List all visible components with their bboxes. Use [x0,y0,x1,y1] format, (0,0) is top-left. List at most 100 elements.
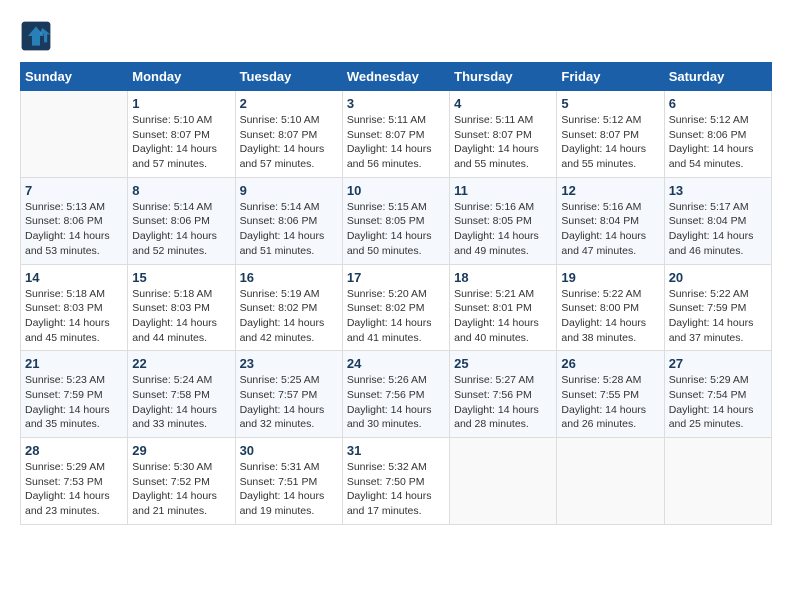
calendar-cell: 24 Sunrise: 5:26 AM Sunset: 7:56 PM Dayli… [342,351,449,438]
header-cell-sunday: Sunday [21,63,128,91]
calendar-cell: 28 Sunrise: 5:29 AM Sunset: 7:53 PM Dayli… [21,438,128,525]
header-cell-tuesday: Tuesday [235,63,342,91]
calendar-cell: 21 Sunrise: 5:23 AM Sunset: 7:59 PM Dayli… [21,351,128,438]
calendar-week-5: 28 Sunrise: 5:29 AM Sunset: 7:53 PM Dayli… [21,438,772,525]
day-number: 16 [240,270,338,285]
calendar-cell: 3 Sunrise: 5:11 AM Sunset: 8:07 PM Daylig… [342,91,449,178]
page-header [20,20,772,52]
calendar-week-2: 7 Sunrise: 5:13 AM Sunset: 8:06 PM Daylig… [21,177,772,264]
calendar-cell: 8 Sunrise: 5:14 AM Sunset: 8:06 PM Daylig… [128,177,235,264]
header-cell-friday: Friday [557,63,664,91]
calendar-cell [664,438,771,525]
cell-info: Sunrise: 5:18 AM Sunset: 8:03 PM Dayligh… [132,287,230,346]
day-number: 28 [25,443,123,458]
day-number: 5 [561,96,659,111]
day-number: 11 [454,183,552,198]
header-cell-saturday: Saturday [664,63,771,91]
calendar-cell: 19Sunrise: 5:22 AM Sunset: 8:00 PM Dayli… [557,264,664,351]
cell-info: Sunrise: 5:16 AM Sunset: 8:04 PM Dayligh… [561,200,659,259]
calendar-cell: 6 Sunrise: 5:12 AM Sunset: 8:06 PM Daylig… [664,91,771,178]
day-number: 3 [347,96,445,111]
day-number: 24 [347,356,445,371]
day-number: 8 [132,183,230,198]
cell-info: Sunrise: 5:22 AM Sunset: 8:00 PM Dayligh… [561,287,659,346]
calendar-cell: 12 Sunrise: 5:16 AM Sunset: 8:04 PM Dayli… [557,177,664,264]
day-number: 14 [25,270,123,285]
calendar-cell: 2Sunrise: 5:10 AM Sunset: 8:07 PM Daylig… [235,91,342,178]
header-cell-monday: Monday [128,63,235,91]
cell-info: Sunrise: 5:14 AM Sunset: 8:06 PM Dayligh… [132,200,230,259]
cell-info: Sunrise: 5:10 AM Sunset: 8:07 PM Dayligh… [132,113,230,172]
calendar-cell: 31Sunrise: 5:32 AM Sunset: 7:50 PM Dayli… [342,438,449,525]
day-number: 30 [240,443,338,458]
calendar-cell: 29Sunrise: 5:30 AM Sunset: 7:52 PM Dayli… [128,438,235,525]
calendar-cell: 14 Sunrise: 5:18 AM Sunset: 8:03 PM Dayli… [21,264,128,351]
cell-info: Sunrise: 5:25 AM Sunset: 7:57 PM Dayligh… [240,373,338,432]
calendar-week-3: 14 Sunrise: 5:18 AM Sunset: 8:03 PM Dayli… [21,264,772,351]
cell-info: Sunrise: 5:18 AM Sunset: 8:03 PM Dayligh… [25,287,123,346]
cell-info: Sunrise: 5:16 AM Sunset: 8:05 PM Dayligh… [454,200,552,259]
calendar-body: 1Sunrise: 5:10 AM Sunset: 8:07 PM Daylig… [21,91,772,525]
cell-info: Sunrise: 5:31 AM Sunset: 7:51 PM Dayligh… [240,460,338,519]
logo [20,20,56,52]
cell-info: Sunrise: 5:23 AM Sunset: 7:59 PM Dayligh… [25,373,123,432]
day-number: 7 [25,183,123,198]
cell-info: Sunrise: 5:19 AM Sunset: 8:02 PM Dayligh… [240,287,338,346]
calendar-cell: 26 Sunrise: 5:28 AM Sunset: 7:55 PM Dayli… [557,351,664,438]
calendar-cell: 13 Sunrise: 5:17 AM Sunset: 8:04 PM Dayli… [664,177,771,264]
cell-info: Sunrise: 5:20 AM Sunset: 8:02 PM Dayligh… [347,287,445,346]
day-number: 25 [454,356,552,371]
day-number: 18 [454,270,552,285]
cell-info: Sunrise: 5:14 AM Sunset: 8:06 PM Dayligh… [240,200,338,259]
calendar-cell: 11 Sunrise: 5:16 AM Sunset: 8:05 PM Dayli… [450,177,557,264]
day-number: 23 [240,356,338,371]
calendar-cell: 1Sunrise: 5:10 AM Sunset: 8:07 PM Daylig… [128,91,235,178]
day-number: 21 [25,356,123,371]
cell-info: Sunrise: 5:11 AM Sunset: 8:07 PM Dayligh… [454,113,552,172]
calendar-cell: 16 Sunrise: 5:19 AM Sunset: 8:02 PM Dayli… [235,264,342,351]
calendar-cell: 30 Sunrise: 5:31 AM Sunset: 7:51 PM Dayli… [235,438,342,525]
calendar-cell [557,438,664,525]
calendar-cell: 15 Sunrise: 5:18 AM Sunset: 8:03 PM Dayli… [128,264,235,351]
cell-info: Sunrise: 5:27 AM Sunset: 7:56 PM Dayligh… [454,373,552,432]
day-number: 15 [132,270,230,285]
cell-info: Sunrise: 5:22 AM Sunset: 7:59 PM Dayligh… [669,287,767,346]
cell-info: Sunrise: 5:12 AM Sunset: 8:07 PM Dayligh… [561,113,659,172]
cell-info: Sunrise: 5:24 AM Sunset: 7:58 PM Dayligh… [132,373,230,432]
cell-info: Sunrise: 5:11 AM Sunset: 8:07 PM Dayligh… [347,113,445,172]
calendar-cell: 10Sunrise: 5:15 AM Sunset: 8:05 PM Dayli… [342,177,449,264]
calendar-cell: 27 Sunrise: 5:29 AM Sunset: 7:54 PM Dayli… [664,351,771,438]
calendar-cell [450,438,557,525]
day-number: 20 [669,270,767,285]
calendar-cell: 5 Sunrise: 5:12 AM Sunset: 8:07 PM Daylig… [557,91,664,178]
calendar-cell: 20 Sunrise: 5:22 AM Sunset: 7:59 PM Dayli… [664,264,771,351]
day-number: 6 [669,96,767,111]
day-number: 27 [669,356,767,371]
day-number: 4 [454,96,552,111]
cell-info: Sunrise: 5:28 AM Sunset: 7:55 PM Dayligh… [561,373,659,432]
calendar-cell: 17 Sunrise: 5:20 AM Sunset: 8:02 PM Dayli… [342,264,449,351]
calendar-cell: 7 Sunrise: 5:13 AM Sunset: 8:06 PM Daylig… [21,177,128,264]
calendar-cell: 25 Sunrise: 5:27 AM Sunset: 7:56 PM Dayli… [450,351,557,438]
day-number: 12 [561,183,659,198]
header-row: SundayMondayTuesdayWednesdayThursdayFrid… [21,63,772,91]
cell-info: Sunrise: 5:15 AM Sunset: 8:05 PM Dayligh… [347,200,445,259]
day-number: 9 [240,183,338,198]
day-number: 22 [132,356,230,371]
cell-info: Sunrise: 5:29 AM Sunset: 7:54 PM Dayligh… [669,373,767,432]
day-number: 26 [561,356,659,371]
day-number: 13 [669,183,767,198]
cell-info: Sunrise: 5:17 AM Sunset: 8:04 PM Dayligh… [669,200,767,259]
calendar-cell: 18 Sunrise: 5:21 AM Sunset: 8:01 PM Dayli… [450,264,557,351]
header-cell-wednesday: Wednesday [342,63,449,91]
cell-info: Sunrise: 5:13 AM Sunset: 8:06 PM Dayligh… [25,200,123,259]
logo-icon [20,20,52,52]
calendar-week-1: 1Sunrise: 5:10 AM Sunset: 8:07 PM Daylig… [21,91,772,178]
cell-info: Sunrise: 5:21 AM Sunset: 8:01 PM Dayligh… [454,287,552,346]
cell-info: Sunrise: 5:29 AM Sunset: 7:53 PM Dayligh… [25,460,123,519]
cell-info: Sunrise: 5:26 AM Sunset: 7:56 PM Dayligh… [347,373,445,432]
day-number: 17 [347,270,445,285]
calendar-week-4: 21 Sunrise: 5:23 AM Sunset: 7:59 PM Dayli… [21,351,772,438]
calendar-cell [21,91,128,178]
cell-info: Sunrise: 5:12 AM Sunset: 8:06 PM Dayligh… [669,113,767,172]
